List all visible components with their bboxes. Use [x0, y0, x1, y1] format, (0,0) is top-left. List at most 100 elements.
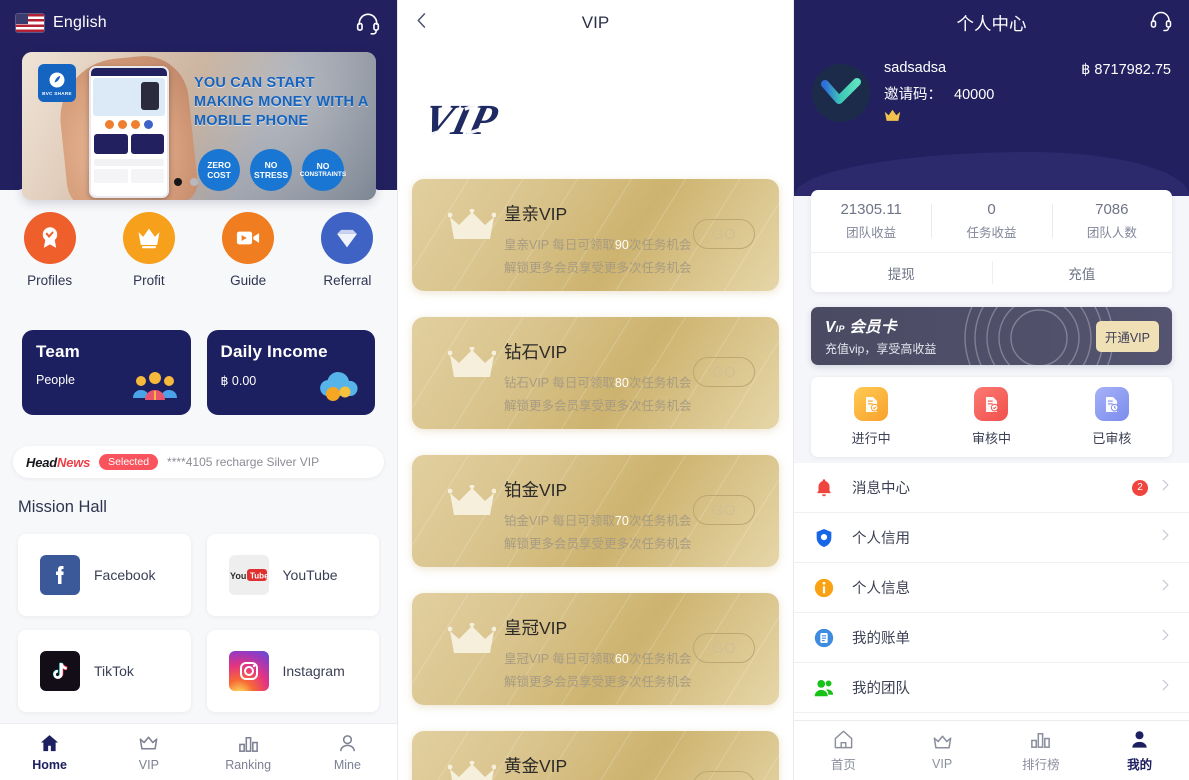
chevron-right-icon [1158, 528, 1172, 547]
tab-mine[interactable]: Mine [298, 732, 397, 772]
vip-level-desc: 皇亲VIP 每日可领取90次任务机会 [504, 238, 692, 252]
tab-ranking[interactable]: Ranking [199, 732, 298, 772]
team-card[interactable]: Team People [22, 330, 191, 415]
vip-go-button[interactable]: GO [693, 633, 755, 663]
menu-item-credit[interactable]: 个人信用 [794, 513, 1189, 563]
quick-action-referral[interactable]: Referral [298, 212, 397, 288]
menu-item-bills[interactable]: 我的账单 [794, 613, 1189, 663]
tab-home[interactable]: 首页 [794, 728, 893, 773]
news-text: ****4105 recharge Silver VIP [167, 455, 320, 469]
crown-icon [447, 622, 497, 662]
mission-label: Facebook [94, 567, 156, 583]
vip-go-button[interactable]: GO [693, 771, 755, 780]
banner-badge: NO CONSTRAINTS [300, 149, 346, 191]
mission-card-instagram[interactable]: Instagram [206, 630, 379, 712]
menu-item-team[interactable]: 我的团队 [794, 663, 1189, 713]
news-brand: HeadNews [26, 455, 90, 470]
vip-go-button[interactable]: GO [693, 219, 755, 249]
withdraw-button[interactable]: 提现 [811, 253, 992, 292]
avatar[interactable] [812, 64, 870, 122]
bars-icon [238, 736, 258, 752]
tab-label: VIP [138, 758, 159, 772]
person-icon [339, 735, 355, 752]
quick-action-label: Referral [323, 273, 372, 288]
news-ticker[interactable]: HeadNews Selected ****4105 recharge Silv… [13, 446, 384, 478]
crown-icon [122, 212, 175, 264]
home-quick-actions: Profiles Profit Guide Referral [0, 212, 397, 288]
quick-action-profit[interactable]: Profit [99, 212, 198, 288]
carousel-dot[interactable] [190, 178, 198, 186]
chevron-left-icon[interactable] [412, 11, 432, 36]
tab-mine[interactable]: 我的 [1090, 728, 1189, 773]
tab-home[interactable]: Home [0, 732, 99, 772]
menu-item-profile[interactable]: 个人信息 [794, 563, 1189, 613]
menu-label: 消息中心 [852, 481, 910, 497]
bars-icon [1031, 732, 1051, 748]
quick-reviewed[interactable]: 已审核 [1052, 377, 1172, 457]
vip-level-card[interactable]: 皇冠VIP 皇冠VIP 每日可领取60次任务机会 解锁更多会员享受更多次任务机会… [412, 593, 779, 705]
activate-vip-button[interactable]: 开通VIP [1095, 321, 1159, 352]
mine-user-block: sadsadsa 邀请码： 40000 ฿ 8717982.75 [794, 46, 1189, 126]
doc-progress-icon [854, 387, 889, 421]
tab-label: VIP [932, 756, 953, 771]
home-summary-cards: Team People Daily Income ฿ 0.00 [22, 330, 375, 415]
instagram-icon [228, 651, 269, 691]
stats-row: 21305.11 团队收益 0 任务收益 7086 团队人数 [811, 190, 1172, 252]
vip-level-card[interactable]: 皇亲VIP 皇亲VIP 每日可领取90次任务机会 解锁更多会员享受更多次任务机会… [412, 179, 779, 291]
crown-icon [447, 484, 497, 524]
mine-stats-card: 21305.11 团队收益 0 任务收益 7086 团队人数 提现 充值 [811, 190, 1172, 292]
badge-icon [23, 212, 76, 264]
menu-item-messages[interactable]: 消息中心 2 [794, 463, 1189, 513]
tab-vip[interactable]: VIP [893, 731, 992, 771]
mission-hall-grid: Facebook You Tube YouTube TikTok Instagr… [18, 534, 379, 712]
vip-go-button[interactable]: GO [693, 357, 755, 387]
bell-icon [811, 475, 837, 501]
tab-ranking[interactable]: 排行榜 [992, 728, 1091, 773]
vip-level-card[interactable]: 黄金VIP 黄金VIP 每日可领取50次任务机会 解锁更多会员享受更多次任务机会… [412, 731, 779, 780]
banner-badge: NO STRESS [250, 149, 292, 191]
quick-label: 进行中 [851, 431, 891, 446]
card-arc-pattern [964, 307, 1114, 365]
vip-level-name: 皇亲VIP [504, 204, 568, 224]
headset-icon[interactable] [1149, 9, 1173, 38]
vip-level-card[interactable]: 铂金VIP 铂金VIP 每日可领取70次任务机会 解锁更多会员享受更多次任务机会… [412, 455, 779, 567]
vip-level-name: 铂金VIP [504, 480, 568, 500]
chevron-right-icon [1158, 628, 1172, 647]
app-screens: English BVC SHARE YOU CAN START MAKING M… [0, 0, 1189, 780]
language-selector[interactable]: English [16, 14, 107, 32]
vip-level-desc: 钻石VIP 每日可领取80次任务机会 [504, 376, 692, 390]
headset-icon[interactable] [355, 10, 381, 36]
mine-page-title: 个人中心 [956, 13, 1027, 34]
membership-title: VIP 会员卡 [825, 319, 897, 336]
chevron-right-icon [1158, 478, 1172, 497]
quick-in-progress[interactable]: 进行中 [811, 377, 931, 457]
vip-level-name: 黄金VIP [504, 756, 568, 776]
mine-tabbar: 首页 VIP 排行榜 我的 [794, 720, 1189, 780]
quick-label: 审核中 [971, 431, 1011, 446]
tab-label: 我的 [1127, 758, 1153, 772]
quick-action-label: Profit [133, 273, 165, 288]
mission-card-tiktok[interactable]: TikTok [18, 630, 191, 712]
vip-go-button[interactable]: GO [693, 495, 755, 525]
tab-vip[interactable]: VIP [99, 732, 198, 772]
quick-action-profiles[interactable]: Profiles [0, 212, 99, 288]
recharge-button[interactable]: 充值 [991, 253, 1173, 292]
banner-badges: ZERO COST NO STRESS NO CONSTRAINTS [198, 149, 346, 191]
mission-card-facebook[interactable]: Facebook [18, 534, 191, 616]
vip-level-sub: 解锁更多会员享受更多次任务机会 [504, 675, 692, 689]
daily-income-card[interactable]: Daily Income ฿ 0.00 [206, 330, 375, 415]
user-invite: 邀请码： 40000 [884, 87, 995, 103]
youtube-icon: You Tube [228, 555, 269, 595]
vip-level-card[interactable]: 钻石VIP 钻石VIP 每日可领取80次任务机会 解锁更多会员享受更多次任务机会… [412, 317, 779, 429]
team-card-title: Team [36, 342, 80, 361]
membership-card[interactable]: VIP 会员卡 充值vip，享受高收益 开通VIP [811, 307, 1172, 365]
mine-menu-list: 消息中心 2 个人信用 个人信息 我的账单 我的团队 [794, 463, 1189, 763]
carousel-dots[interactable] [174, 178, 198, 186]
quick-under-review[interactable]: 审核中 [931, 377, 1051, 457]
mission-card-youtube[interactable]: You Tube YouTube [206, 534, 379, 616]
carousel-dot-active[interactable] [174, 178, 182, 186]
membership-subtitle: 充值vip，享受高收益 [825, 342, 937, 356]
quick-action-guide[interactable]: Guide [199, 212, 298, 288]
home-banner-carousel[interactable]: BVC SHARE YOU CAN START MAKING MONEY WIT… [22, 52, 376, 200]
diamond-icon [321, 212, 374, 264]
